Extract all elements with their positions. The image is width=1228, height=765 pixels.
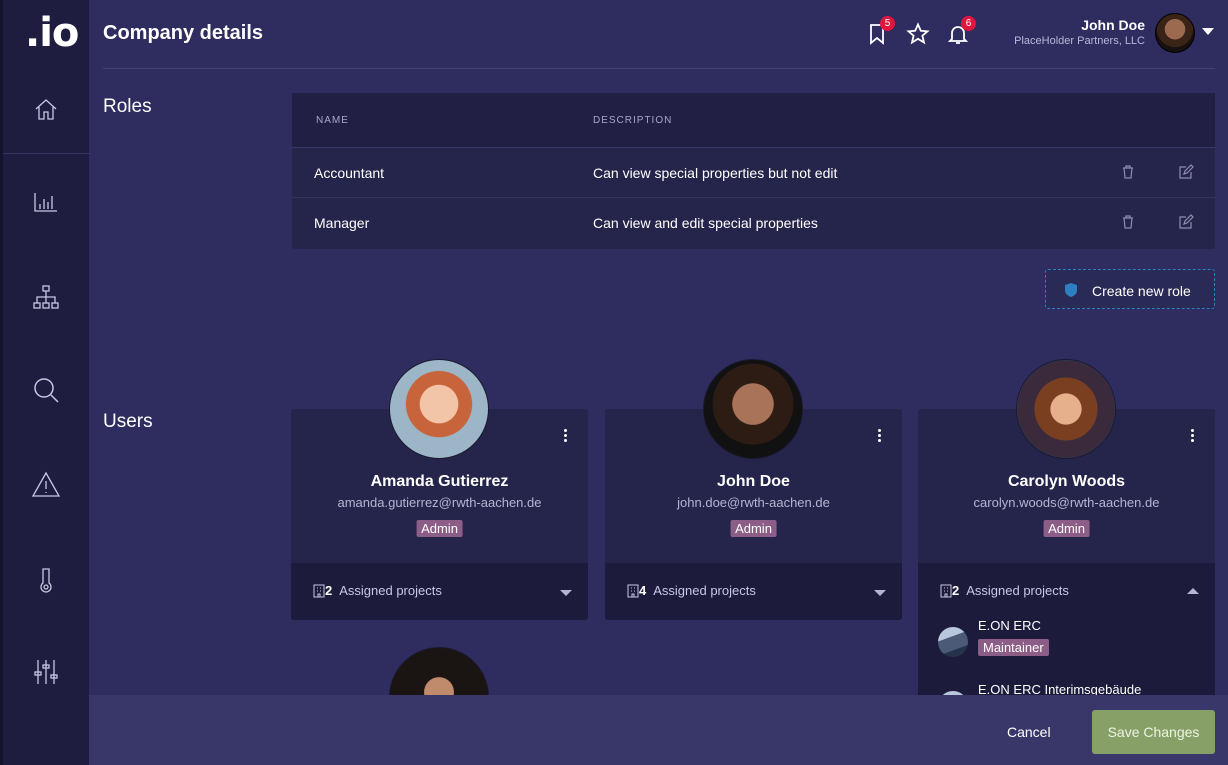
users-section-label: Users — [103, 411, 153, 432]
sidebar: .io — [0, 0, 92, 765]
roles-table: NAME DESCRIPTION Accountant Can view spe… — [292, 93, 1215, 249]
header-divider — [103, 68, 1215, 69]
role-name: Accountant — [314, 165, 385, 181]
project-thumbnail — [938, 627, 968, 657]
avatar — [389, 359, 489, 459]
assigned-projects-toggle[interactable]: 2 Assigned projects — [291, 563, 588, 620]
avatar — [703, 359, 803, 459]
shield-icon — [1065, 283, 1077, 297]
roles-section-label: Roles — [103, 96, 152, 117]
project-count: 2 — [325, 583, 333, 598]
assigned-projects-panel: 2 Assigned projects E.ON ERC Maintainer E… — [918, 563, 1215, 721]
role-description: Can view special properties but not edit — [593, 165, 838, 181]
role-badge: Admin — [1043, 520, 1090, 537]
user-card-email: john.doe@rwth-aachen.de — [677, 495, 830, 510]
table-row: Accountant Can view special properties b… — [292, 148, 1215, 198]
hierarchy-icon[interactable] — [31, 283, 61, 313]
user-card-email: amanda.gutierrez@rwth-aachen.de — [337, 495, 542, 510]
projects-label: Assigned projects — [966, 583, 1069, 598]
building-icon — [940, 584, 952, 598]
edit-icon[interactable] — [1178, 164, 1194, 180]
project-count: 2 — [952, 583, 960, 598]
bookmark-icon[interactable]: 5 — [865, 16, 895, 46]
building-icon — [627, 584, 639, 598]
chart-icon[interactable] — [31, 187, 61, 217]
role-name: Manager — [314, 215, 370, 231]
more-options-icon[interactable] — [1191, 429, 1195, 443]
home-icon[interactable] — [31, 94, 61, 124]
role-badge: Admin — [416, 520, 463, 537]
thermometer-icon[interactable] — [31, 565, 61, 595]
column-header-name: NAME — [316, 115, 349, 126]
user-card-name: John Doe — [717, 473, 790, 490]
avatar — [1016, 359, 1116, 459]
action-bar: Cancel Save Changes — [89, 695, 1228, 765]
trash-icon[interactable] — [1120, 164, 1136, 180]
more-options-icon[interactable] — [878, 429, 882, 443]
assigned-projects-summary: 4 Assigned projects — [627, 583, 756, 598]
user-company: PlaceHolder Partners, LLC — [1014, 35, 1145, 47]
notification-count-badge: 6 — [961, 16, 976, 31]
user-card-email: carolyn.woods@rwth-aachen.de — [973, 495, 1160, 510]
cancel-button[interactable]: Cancel — [1007, 724, 1051, 740]
assigned-projects-toggle[interactable]: 4 Assigned projects — [605, 563, 902, 620]
warning-icon[interactable] — [31, 470, 61, 500]
project-name: E.ON ERC — [978, 618, 1041, 633]
column-header-description: DESCRIPTION — [593, 115, 673, 126]
sliders-icon[interactable] — [31, 657, 61, 687]
create-role-button[interactable]: Create new role — [1045, 269, 1215, 309]
chevron-down-icon[interactable] — [874, 590, 886, 596]
chevron-down-icon[interactable] — [1202, 28, 1214, 35]
assigned-projects-summary: 2 Assigned projects — [313, 583, 442, 598]
user-card-name: Amanda Gutierrez — [370, 473, 509, 490]
project-role-badge: Maintainer — [978, 639, 1049, 656]
chevron-up-icon[interactable] — [1187, 588, 1199, 594]
star-icon[interactable] — [906, 22, 930, 46]
table-row: Manager Can view and edit special proper… — [292, 198, 1215, 248]
table-header: NAME DESCRIPTION — [292, 93, 1215, 148]
building-icon — [313, 584, 325, 598]
chevron-down-icon[interactable] — [560, 590, 572, 596]
page-title: Company details — [103, 22, 264, 44]
save-button[interactable]: Save Changes — [1092, 710, 1215, 754]
search-icon[interactable] — [31, 375, 61, 405]
create-role-label: Create new role — [1092, 283, 1191, 299]
role-badge: Admin — [730, 520, 777, 537]
bell-icon[interactable]: 6 — [946, 16, 976, 46]
role-description: Can view and edit special properties — [593, 215, 818, 231]
project-count: 4 — [639, 583, 647, 598]
user-card-name: Carolyn Woods — [1007, 473, 1126, 490]
trash-icon[interactable] — [1120, 214, 1136, 230]
avatar[interactable] — [1155, 13, 1195, 53]
projects-label: Assigned projects — [339, 583, 442, 598]
assigned-projects-summary[interactable]: 2 Assigned projects — [940, 583, 1069, 598]
sidebar-divider — [3, 153, 92, 154]
edit-icon[interactable] — [1178, 214, 1194, 230]
more-options-icon[interactable] — [564, 429, 568, 443]
bookmark-count-badge: 5 — [880, 16, 895, 31]
app-logo[interactable]: .io — [25, 10, 79, 56]
projects-label: Assigned projects — [653, 583, 756, 598]
user-name[interactable]: John Doe — [1081, 17, 1145, 33]
